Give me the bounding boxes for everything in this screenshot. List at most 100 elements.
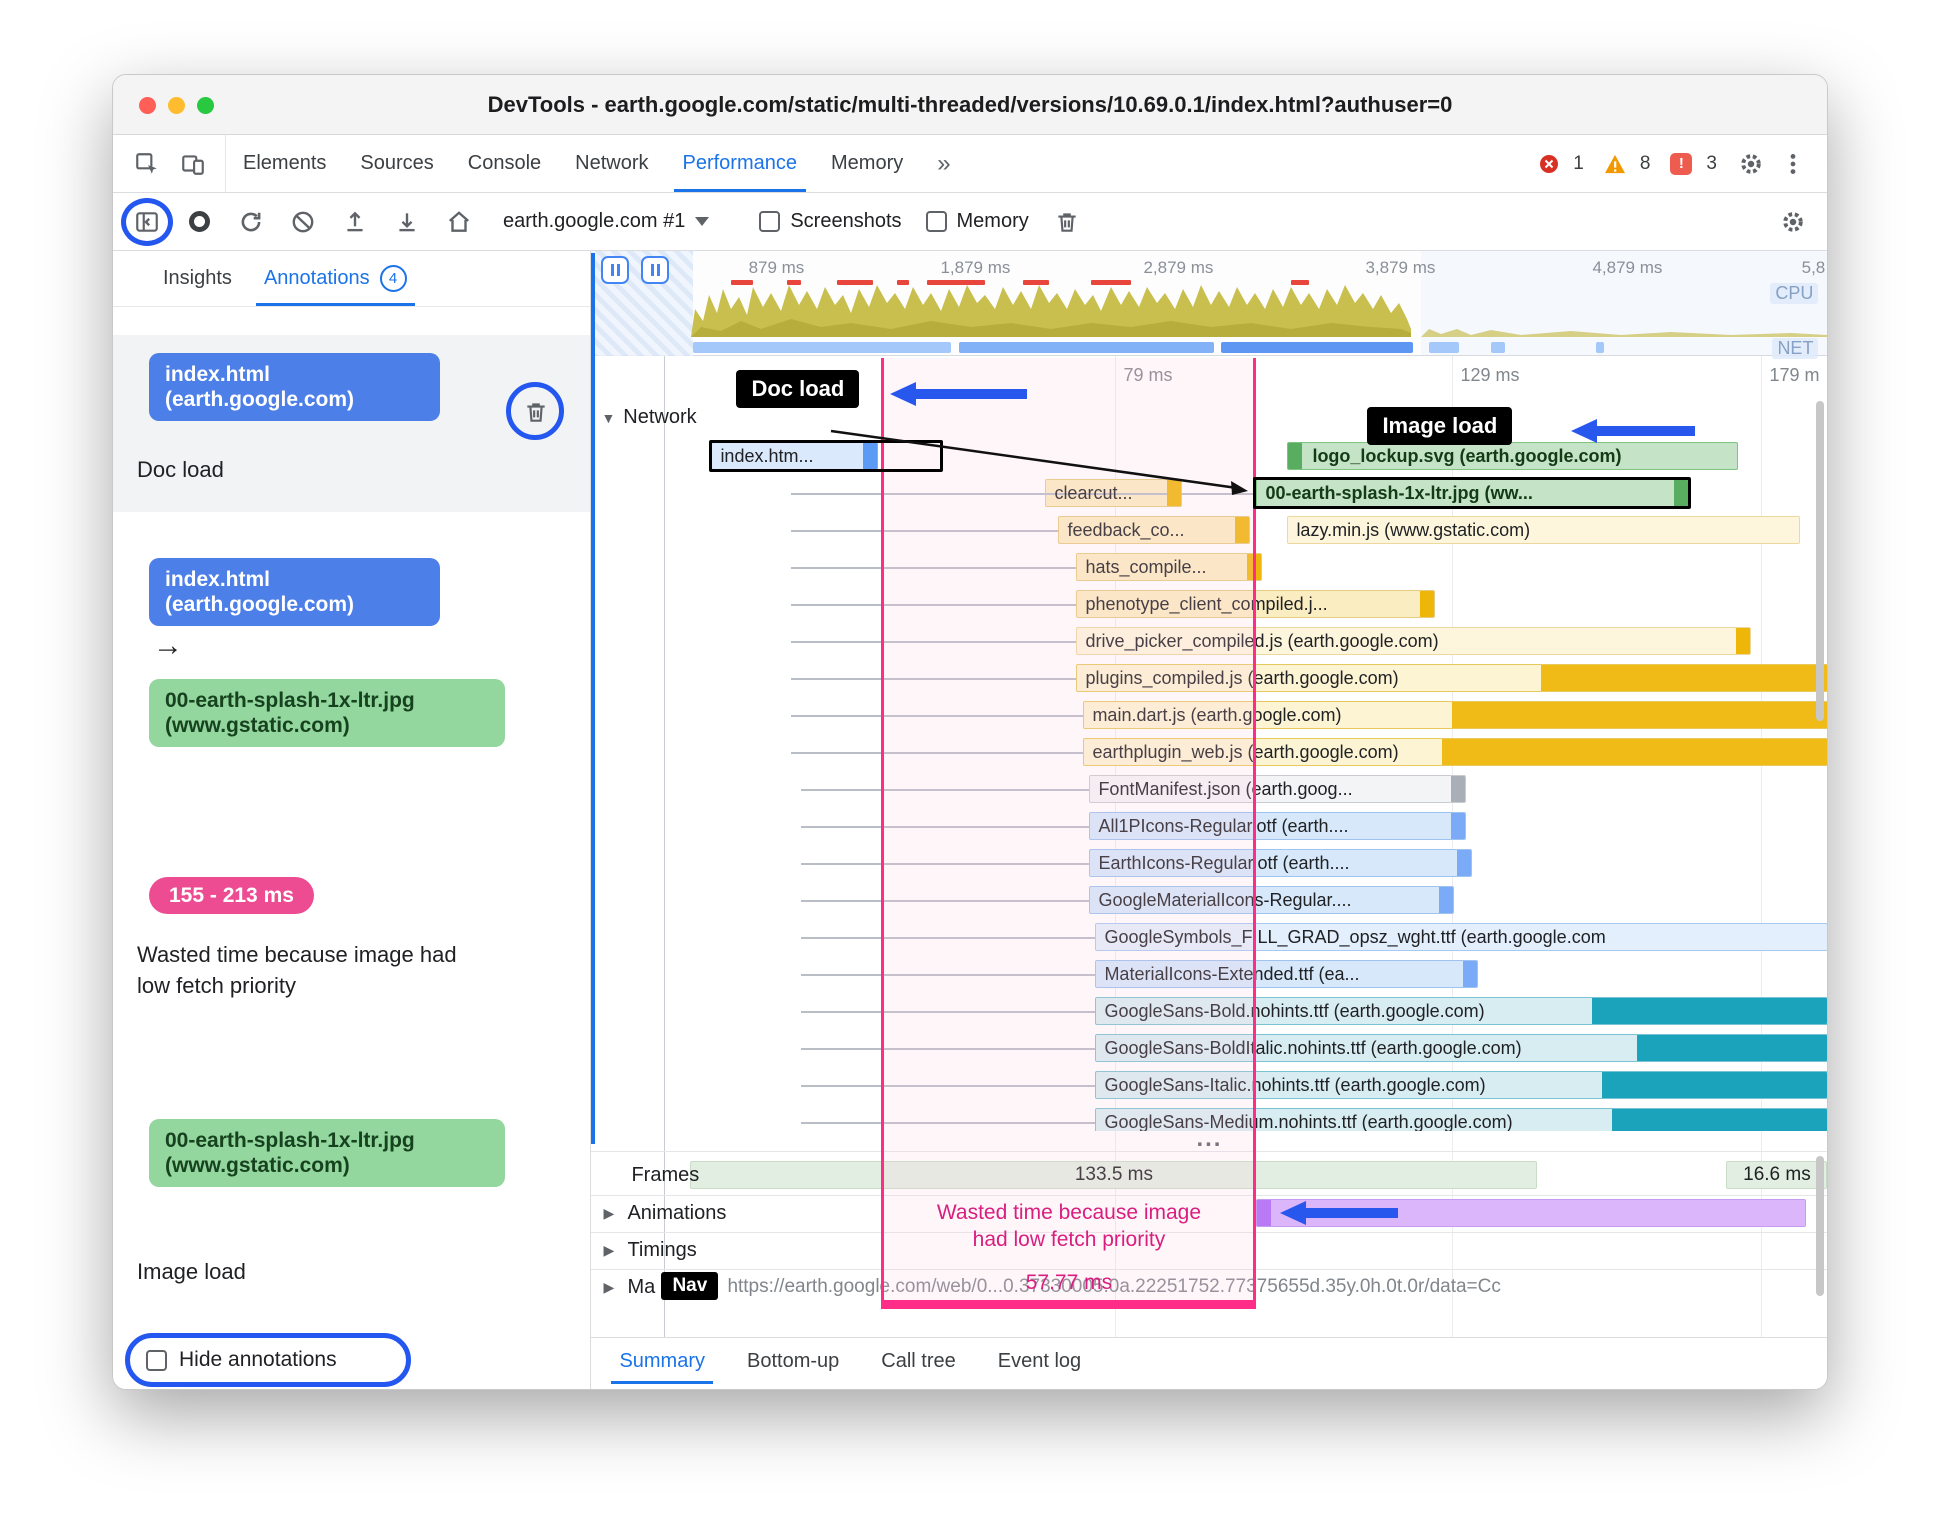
annotation-chip-time-range[interactable]: 155 - 213 ms [149,877,314,914]
error-count[interactable]: 1 [1573,153,1584,175]
minimize-window-button[interactable] [168,97,185,114]
screenshots-label: Screenshots [790,210,902,232]
network-request-bar[interactable]: GoogleMaterialIcons-Regular.... [1089,886,1455,914]
network-request-label: All1PIcons-Regular.otf (earth.... [1098,816,1349,836]
record-button[interactable] [185,208,213,236]
main-track-label[interactable]: Ma [627,1276,655,1299]
frames-duration-value: 16.6 ms [1743,1164,1811,1185]
network-request-bar[interactable]: lazy.min.js (www.gstatic.com) [1287,516,1801,544]
doc-load-annotation-label[interactable]: Doc load [736,370,860,408]
request-queueing-whisker [801,974,1096,976]
annotation-chip-index-html[interactable]: index.html (earth.google.com) [149,558,440,626]
network-request-bar[interactable]: GoogleSans-Bold.nohints.ttf (earth.googl… [1095,997,1827,1025]
annotations-sidebar: Insights Annotations 4 index.html (earth… [113,251,592,1389]
collect-garbage-icon[interactable] [1053,208,1081,236]
warning-icon [1604,154,1625,173]
annotation-chip-splash-image[interactable]: 00-earth-splash-1x-ltr.jpg (www.gstatic.… [149,1119,505,1187]
inspect-element-icon[interactable] [133,150,161,178]
device-toolbar-icon[interactable] [179,150,207,178]
tab-annotations[interactable]: Annotations 4 [252,251,419,306]
expand-triangle-icon[interactable]: ▶ [603,1242,614,1259]
network-request-bar[interactable]: index.htm... [711,442,879,470]
frames-duration-bar[interactable]: 133.5 ms [690,1161,1538,1189]
network-request-bar[interactable]: EarthIcons-Regular.otf (earth.... [1089,849,1473,877]
tab-call-tree[interactable]: Call tree [867,1338,969,1384]
network-request-bar[interactable]: GoogleSans-BoldItalic.nohints.ttf (earth… [1095,1034,1827,1062]
tab-event-log[interactable]: Event log [984,1338,1095,1384]
frames-duration-bar[interactable]: 16.6 ms [1726,1161,1827,1189]
tab-summary[interactable]: Summary [605,1338,719,1384]
network-request-bar[interactable]: MaterialIcons-Extended.ttf (ea... [1095,960,1479,988]
request-queueing-whisker [801,900,1090,902]
network-request-label: GoogleSans-BoldItalic.nohints.ttf (earth… [1104,1038,1522,1058]
network-request-bar[interactable]: 00-earth-splash-1x-ltr.jpg (ww... [1256,479,1690,507]
timeline-pane: 879 ms 1,879 ms 2,879 ms 3,879 ms 4,879 ms 5,… [591,251,1827,1389]
image-load-annotation-label[interactable]: Image load [1367,407,1513,445]
request-queueing-whisker [791,752,1084,754]
tab-elements[interactable]: Elements [226,135,343,192]
save-profile-button[interactable] [393,208,421,236]
wasted-time-region-bottom-bar [884,1300,1254,1309]
tab-bottom-up[interactable]: Bottom-up [733,1338,853,1384]
nav-marker-badge[interactable]: Nav [661,1272,719,1300]
network-request-bar[interactable]: FontManifest.json (earth.goog... [1089,775,1467,803]
network-request-bar[interactable]: All1PIcons-Regular.otf (earth.... [1089,812,1467,840]
network-request-bar[interactable]: logo_lockup.svg (earth.google.com) [1287,442,1739,470]
expand-triangle-icon[interactable]: ▶ [603,1205,614,1222]
delete-annotation-button[interactable] [506,382,564,440]
annotation-entry-doc-load[interactable]: index.html (earth.google.com) Doc load [113,335,591,512]
breadcrumb-pause-marker[interactable] [601,256,630,284]
expand-triangle-icon[interactable]: ▶ [603,1279,614,1296]
tab-memory[interactable]: Memory [814,135,920,192]
tab-performance[interactable]: Performance [666,135,815,192]
network-request-bar[interactable]: clearcut... [1045,479,1183,507]
request-queueing-whisker [801,1122,1096,1124]
network-overflow-ellipsis[interactable]: ... [1196,1125,1222,1153]
toggle-sidebar-button[interactable] [121,197,173,246]
network-request-bar[interactable]: phenotype_client_compiled.j... [1076,590,1436,618]
network-request-bar[interactable]: drive_picker_compiled.js (earth.google.c… [1076,627,1752,655]
annotation-chip-splash-image[interactable]: 00-earth-splash-1x-ltr.jpg (www.gstatic.… [149,679,505,747]
breadcrumb-pause-marker[interactable] [641,256,670,284]
home-icon[interactable] [445,208,473,236]
tab-network[interactable]: Network [558,135,665,192]
load-profile-button[interactable] [341,208,369,236]
animations-track-label[interactable]: Animations [627,1202,726,1225]
reload-and-record-button[interactable] [237,208,265,236]
trash-icon [527,403,545,422]
issues-count[interactable]: 3 [1706,153,1717,175]
screenshots-checkbox-row[interactable]: Screenshots [759,210,902,233]
network-request-bar[interactable]: plugins_compiled.js (earth.google.com) [1076,664,1827,692]
warning-count[interactable]: 8 [1640,153,1651,175]
network-request-label: MaterialIcons-Extended.ttf (ea... [1104,964,1360,984]
settings-gear-icon[interactable] [1737,150,1765,178]
hide-annotations-checkbox[interactable] [146,1349,167,1371]
screenshots-checkbox[interactable] [759,211,781,232]
tab-console[interactable]: Console [451,135,558,192]
network-track-header[interactable]: ▼ Network [601,406,696,429]
network-request-bar[interactable]: GoogleSymbols_FILL_GRAD_opsz_wght.ttf (e… [1095,923,1827,951]
tracks-scrollbar-thumb[interactable] [1816,1156,1825,1296]
kebab-menu-icon[interactable] [1779,150,1807,178]
network-request-bar[interactable]: main.dart.js (earth.google.com) [1083,701,1827,729]
close-window-button[interactable] [139,97,156,114]
network-request-label: hats_compile... [1085,557,1207,577]
network-scrollbar-thumb[interactable] [1816,401,1825,721]
memory-checkbox-row[interactable]: Memory [925,210,1029,233]
request-queueing-whisker [801,1085,1096,1087]
clear-recording-button[interactable] [289,208,317,236]
tab-sources[interactable]: Sources [343,135,450,192]
timings-track-label[interactable]: Timings [627,1239,696,1262]
network-request-bar[interactable]: earthplugin_web.js (earth.google.com) [1083,738,1827,766]
annotation-chip-index-html[interactable]: index.html (earth.google.com) [149,353,440,421]
network-request-bar[interactable]: GoogleSans-Italic.nohints.ttf (earth.goo… [1095,1071,1827,1099]
memory-checkbox[interactable] [925,211,947,232]
tab-insights[interactable]: Insights [151,251,244,306]
more-tabs-button[interactable]: » [920,135,967,192]
history-dropdown[interactable]: earth.google.com #1 [503,210,710,233]
zoom-window-button[interactable] [197,97,214,114]
network-request-bar[interactable]: feedback_co... [1058,516,1251,544]
frames-track-label[interactable]: Frames [631,1164,699,1187]
panel-settings-gear-icon[interactable] [1779,208,1807,236]
network-request-bar[interactable]: hats_compile... [1076,553,1263,581]
